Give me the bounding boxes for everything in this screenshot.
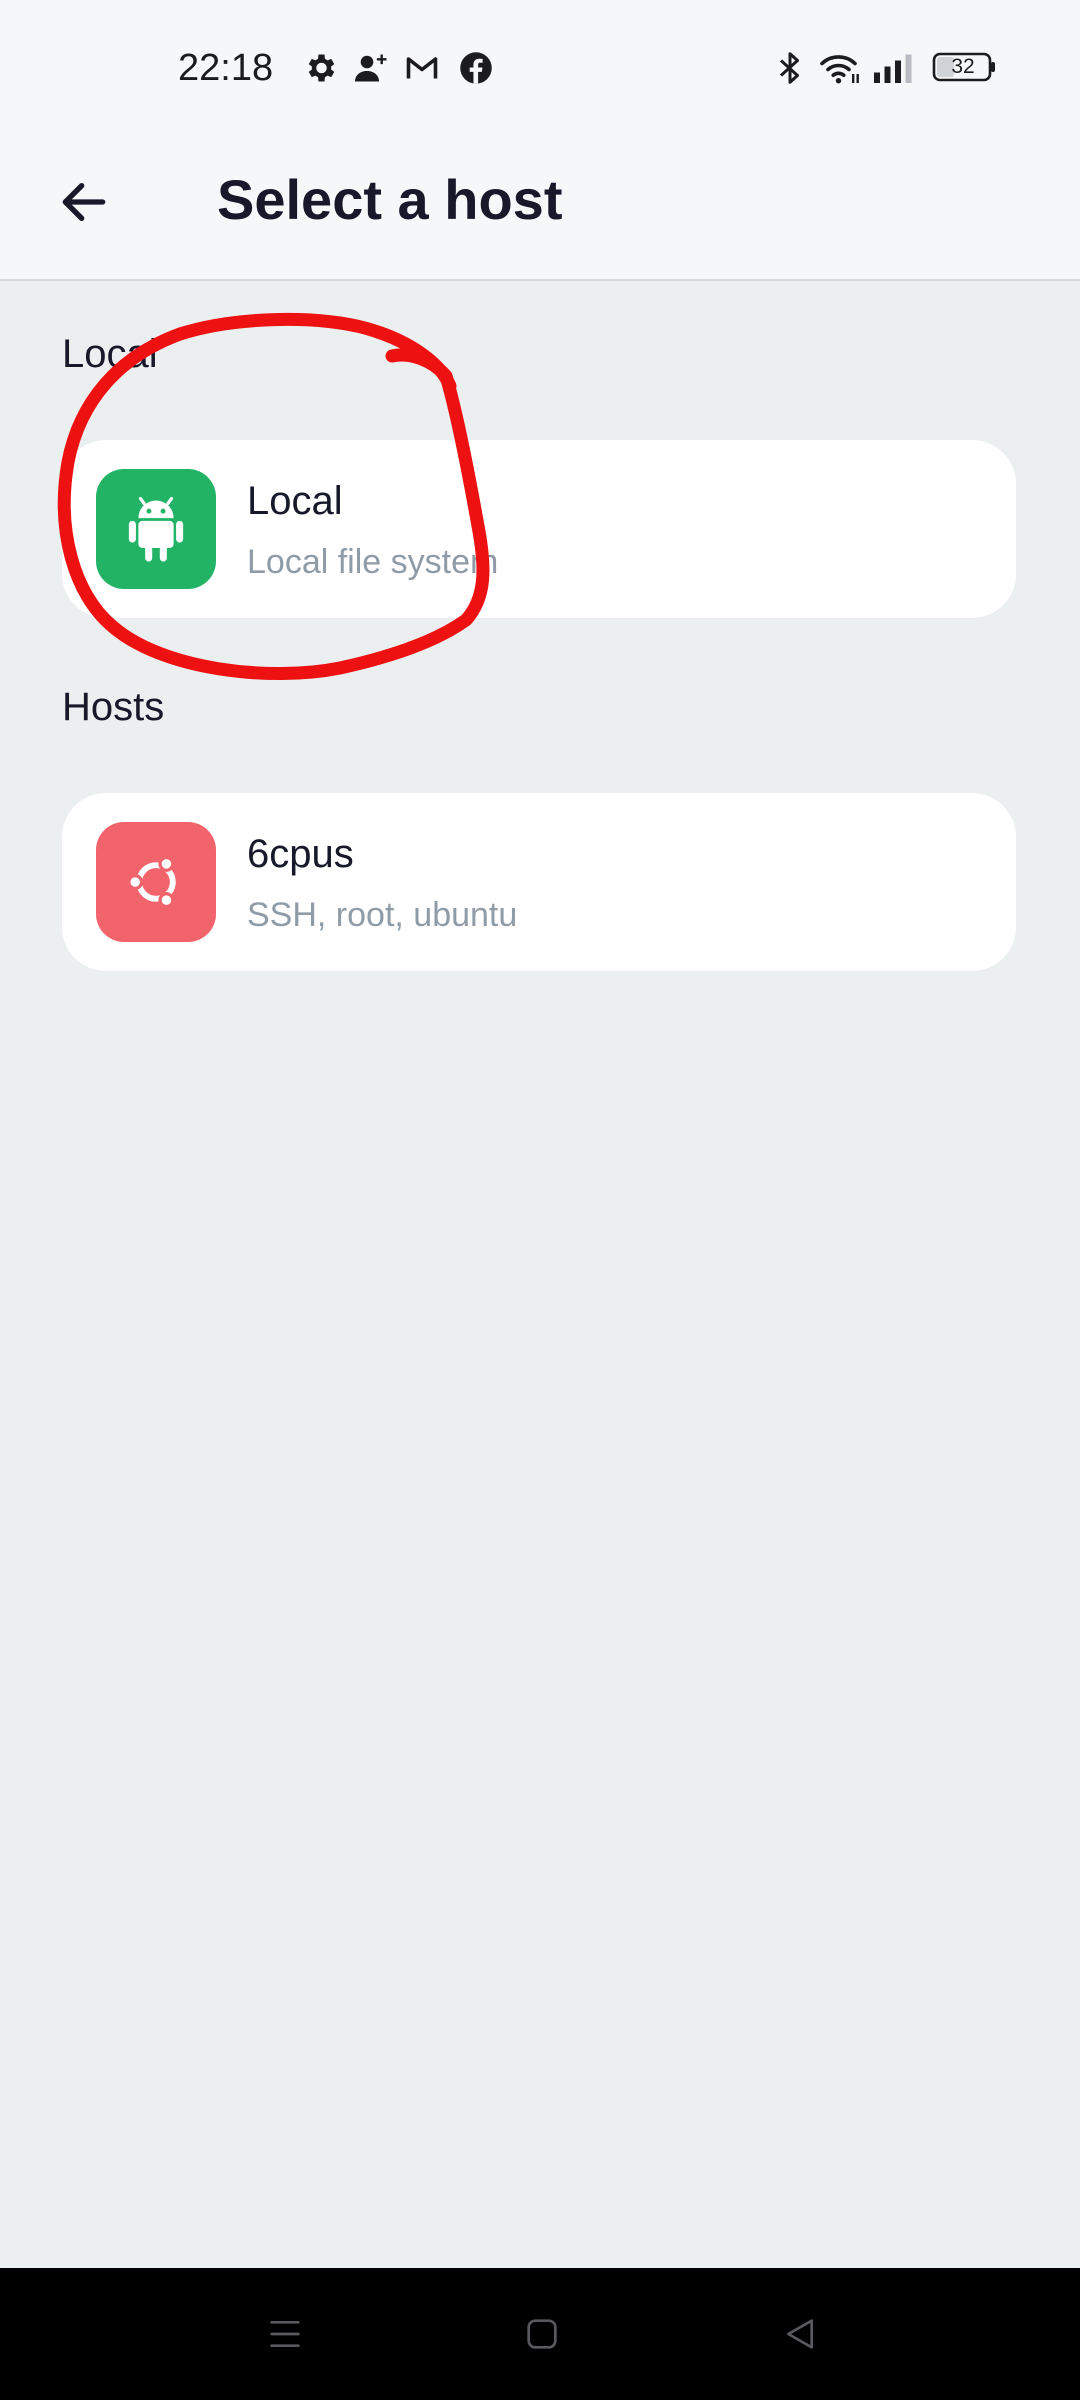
back-triangle-icon <box>787 2319 813 2349</box>
status-time: 22:18 <box>178 47 274 89</box>
recents-button[interactable] <box>245 2294 325 2374</box>
facebook-icon <box>460 52 492 84</box>
host-card-local[interactable]: Local Local file system <box>62 440 1016 618</box>
section-label-local: Local <box>62 332 158 376</box>
section-label-hosts: Hosts <box>62 685 165 729</box>
settings-icon <box>308 54 335 82</box>
host-title: Local <box>247 479 343 523</box>
app-bar: Select a host <box>0 136 1080 281</box>
battery-level: 32 <box>951 55 975 78</box>
cellular-signal-icon <box>874 54 912 83</box>
status-bar: 22:18 32 <box>0 0 1080 136</box>
menu-icon <box>270 2321 300 2347</box>
page-title: Select a host <box>217 168 563 231</box>
host-subtitle: Local file system <box>247 543 499 581</box>
navigation-bar <box>0 2268 1080 2400</box>
ubuntu-icon <box>96 822 216 942</box>
person-add-icon <box>355 54 387 82</box>
home-button[interactable] <box>502 2294 582 2374</box>
home-icon <box>527 2319 557 2349</box>
host-subtitle: SSH, root, ubuntu <box>247 896 518 934</box>
bluetooth-icon <box>779 52 799 84</box>
host-title: 6cpus <box>247 832 354 876</box>
annotation-circle <box>57 312 490 681</box>
back-button[interactable] <box>44 162 124 242</box>
host-card-6cpus[interactable]: 6cpus SSH, root, ubuntu <box>62 793 1016 971</box>
system-back-button[interactable] <box>760 2294 840 2374</box>
wifi-icon <box>820 55 859 84</box>
gmail-icon <box>406 57 438 79</box>
android-icon <box>96 469 216 589</box>
arrow-left-icon <box>62 182 106 222</box>
